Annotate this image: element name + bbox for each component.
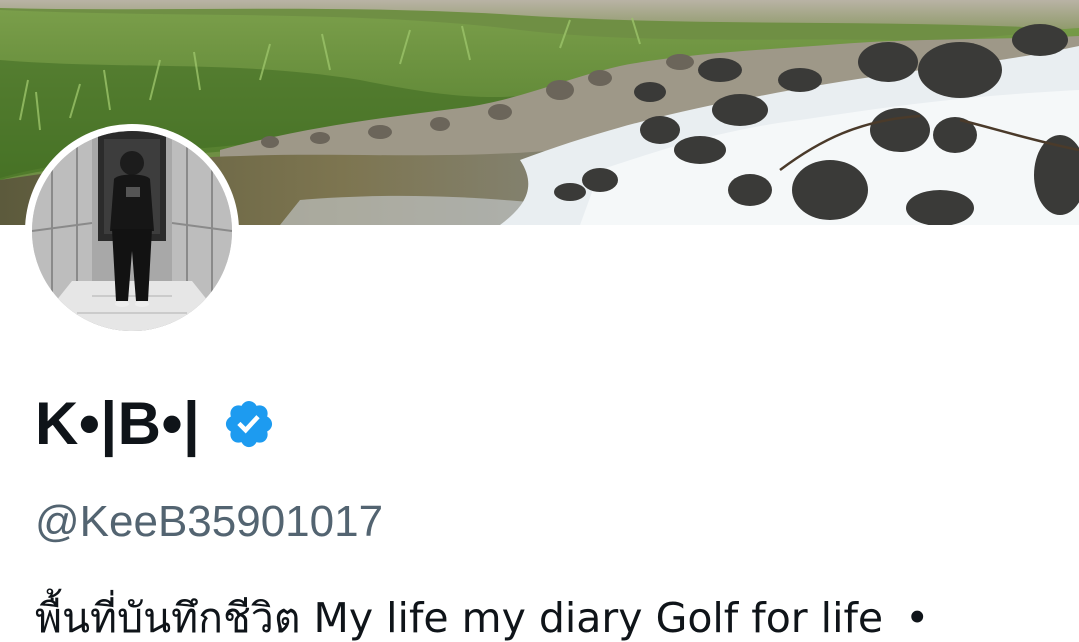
profile-bio: พื้นที่บันทึกชีวิต My life my diary Golf… — [35, 590, 929, 642]
avatar-photo — [32, 131, 232, 331]
profile-handle: @KeeB35901017 — [35, 497, 384, 546]
display-name: K•|B•| — [35, 390, 201, 457]
bio-separator: • — [905, 594, 930, 642]
bio-text: พื้นที่บันทึกชีวิต My life my diary Golf… — [35, 594, 884, 642]
profile-avatar[interactable] — [25, 124, 239, 338]
profile-name-row: K•|B•| — [35, 388, 276, 460]
verified-badge-icon[interactable] — [222, 397, 276, 451]
profile-page: K•|B•| @KeeB35901017 พื้นที่บันทึกชีวิต … — [0, 0, 1079, 642]
